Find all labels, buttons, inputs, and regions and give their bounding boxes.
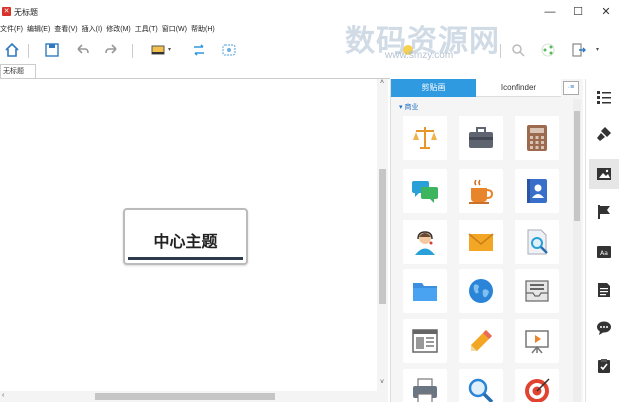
pencil-icon[interactable] <box>459 319 503 363</box>
layout-icon[interactable] <box>403 319 447 363</box>
share-icon[interactable] <box>540 42 556 58</box>
topic-dropdown-icon[interactable]: ▾ <box>168 42 176 58</box>
panel-vertical-thumb[interactable] <box>574 111 580 221</box>
right-sidebar: Aa <box>585 79 621 402</box>
menu-edit[interactable]: 编辑(E) <box>27 24 54 34</box>
clipart-panel: 剪贴画 Iconfinder ·≡ ▾ 商业 <box>390 79 583 402</box>
maximize-button[interactable]: ☐ <box>564 3 592 21</box>
document-tab[interactable]: 无标题 <box>0 64 36 79</box>
redo-icon[interactable] <box>104 42 120 58</box>
target-icon[interactable] <box>515 369 559 402</box>
briefcase-icon[interactable] <box>459 116 503 160</box>
relationship-icon[interactable] <box>191 42 207 58</box>
mail-icon[interactable] <box>459 220 503 264</box>
tab-clipart[interactable]: 剪贴画 <box>391 79 476 97</box>
category-label: 商业 <box>404 104 419 111</box>
calculator-icon[interactable] <box>515 116 559 160</box>
canvas-horizontal-thumb[interactable] <box>95 393 275 400</box>
notes-icon[interactable] <box>589 275 619 305</box>
topic-icon[interactable] <box>150 42 166 58</box>
export-icon[interactable] <box>570 42 586 58</box>
svg-text:Aa: Aa <box>600 250 608 257</box>
undo-icon[interactable] <box>74 42 90 58</box>
chat-icon[interactable] <box>403 169 447 213</box>
scales-icon[interactable] <box>403 116 447 160</box>
contacts-book-icon[interactable] <box>515 169 559 213</box>
minimize-button[interactable]: — <box>536 3 564 21</box>
folder-icon[interactable] <box>403 269 447 313</box>
comment-icon[interactable] <box>589 313 619 343</box>
watermark: 数码资源网 www.smzy.com <box>330 14 540 64</box>
outline-icon[interactable] <box>589 82 619 112</box>
label-icon[interactable]: Aa <box>589 237 619 267</box>
customer-service-icon[interactable] <box>403 220 447 264</box>
app-logo-icon: ✕ <box>2 7 11 16</box>
central-topic-label: 中心主题 <box>153 232 218 251</box>
boundary-icon[interactable] <box>221 42 237 58</box>
document-search-icon[interactable] <box>515 220 559 264</box>
inbox-icon[interactable] <box>515 269 559 313</box>
flag-icon[interactable] <box>589 197 619 227</box>
export-dropdown-icon[interactable]: ▾ <box>596 42 604 58</box>
canvas-horizontal-scrollbar[interactable]: ‹ <box>0 391 388 402</box>
globe-icon[interactable] <box>459 269 503 313</box>
menu-modify[interactable]: 修改(M) <box>106 24 135 34</box>
close-button[interactable]: ✕ <box>592 3 620 21</box>
panel-vertical-scrollbar[interactable] <box>573 99 581 402</box>
menu-tools[interactable]: 工具(T) <box>135 24 162 34</box>
save-icon[interactable] <box>44 42 60 58</box>
panel-menu-button[interactable]: ·≡ <box>563 81 579 95</box>
task-icon[interactable] <box>589 351 619 381</box>
window-title: 无标题 <box>14 8 38 17</box>
menu-window[interactable]: 窗口(W) <box>162 24 191 34</box>
magnifier-icon[interactable] <box>459 369 503 402</box>
tab-iconfinder[interactable]: Iconfinder <box>476 79 561 97</box>
coffee-icon[interactable] <box>459 169 503 213</box>
printer-icon[interactable] <box>403 369 447 402</box>
canvas-vertical-thumb[interactable] <box>379 169 386 304</box>
format-icon[interactable] <box>589 119 619 149</box>
home-icon[interactable] <box>4 42 20 58</box>
menu-insert[interactable]: 插入(I) <box>82 24 107 34</box>
menu-view[interactable]: 查看(V) <box>54 24 81 34</box>
menu-file[interactable]: 文件(F) <box>0 24 27 34</box>
category-header[interactable]: ▾ 商业 <box>399 102 418 112</box>
central-topic[interactable]: 中心主题 <box>123 208 248 265</box>
presentation-icon[interactable] <box>515 319 559 363</box>
image-icon[interactable] <box>589 159 619 189</box>
menu-help[interactable]: 帮助(H) <box>191 24 219 34</box>
canvas-vertical-scrollbar[interactable]: ˄ ˅ <box>377 79 388 391</box>
watermark-url: www.smzy.com <box>385 50 454 61</box>
